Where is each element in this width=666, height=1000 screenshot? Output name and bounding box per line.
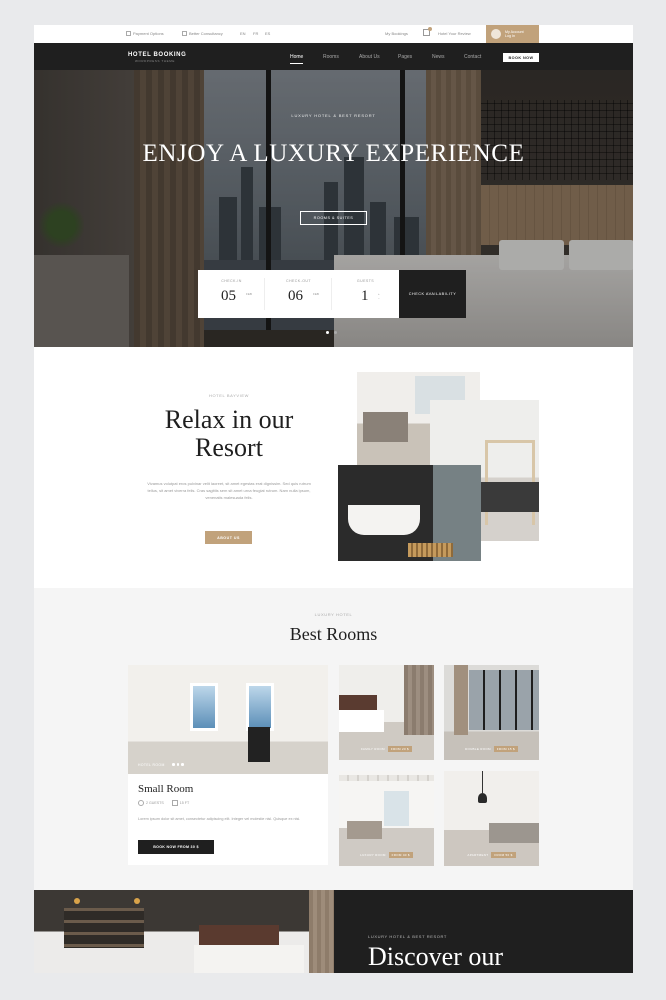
bookings-label: My Bookings (385, 31, 408, 36)
slider-dots (326, 331, 337, 334)
account-line1: My Account (505, 29, 524, 34)
avatar (491, 29, 501, 39)
site-logo-sub: WORDPRESS THEME (135, 59, 175, 63)
checkin-field[interactable]: CHECK-IN 05 FEB (198, 270, 265, 318)
language-es[interactable]: ES (265, 31, 270, 36)
language-fr[interactable]: FR (253, 31, 258, 36)
main-nav: HOTEL BOOKING WORDPRESS THEME Home Rooms… (34, 43, 633, 70)
room-guests: 2 GUESTS (146, 801, 164, 805)
discover-kicker: LUXURY HOTEL & BEST RESORT (368, 934, 447, 939)
room-card-name: DOUBLE ROOM (464, 747, 491, 751)
checkin-month: FEB (246, 292, 252, 296)
account-line2: Log In (505, 34, 515, 38)
nav-about[interactable]: About Us (359, 54, 380, 60)
payment-options-link[interactable]: Payment Options (126, 31, 164, 36)
rooms-kicker: LUXURY HOTEL (314, 612, 353, 617)
guests-stepper-icon[interactable]: + − (378, 292, 380, 300)
account-text: My Account Log In (505, 30, 524, 39)
room-meta: 2 GUESTS 15 FT (138, 800, 189, 806)
booking-form: CHECK-IN 05 FEB CHECK-OUT 06 FEB GUESTS … (198, 270, 469, 318)
language-label: FR (253, 31, 259, 36)
size-icon (171, 800, 178, 806)
chat-icon (182, 31, 187, 36)
discover-section (34, 890, 633, 973)
featured-image-label: HOTEL ROOM (138, 763, 165, 767)
discover-image (34, 890, 334, 973)
cart-icon[interactable] (423, 27, 432, 36)
guests-icon (138, 800, 144, 806)
image-dots (172, 763, 184, 766)
checkout-day: 06 (288, 288, 303, 304)
nav-news[interactable]: News (432, 54, 445, 60)
review-label: Hotel Your Review (438, 31, 471, 36)
guests-field[interactable]: GUESTS 1 + − (332, 270, 399, 318)
payment-label: Payment Options (133, 31, 164, 36)
consultancy-link[interactable]: Better Consultancy (182, 31, 223, 36)
top-utility-bar: Payment Options Better Consultancy EN FR… (34, 25, 633, 43)
checkin-label: CHECK-IN (221, 279, 242, 283)
book-room-button[interactable]: BOOK NOW FROM 30 $ (138, 840, 214, 854)
slider-dot[interactable] (326, 331, 329, 334)
guests-label: GUESTS (356, 279, 375, 283)
book-now-button[interactable]: BOOK NOW (503, 53, 539, 62)
room-size: 15 FT (179, 801, 190, 805)
card-icon (126, 31, 131, 36)
about-photo-bathroom (338, 465, 481, 561)
about-text: Vivamus volutpat eros pulvinar velit lao… (147, 481, 311, 500)
cart-badge (428, 27, 432, 31)
room-card-price: FROM 50 $ (491, 852, 516, 858)
nav-contact[interactable]: Contact (464, 54, 481, 60)
nav-home[interactable]: Home (290, 54, 304, 64)
about-us-button[interactable]: ABOUT US (205, 531, 252, 544)
rooms-title: Best Rooms (289, 624, 378, 644)
nav-pages[interactable]: Pages (398, 54, 412, 60)
about-title: Relax in our Resort (164, 405, 294, 462)
about-kicker: HOTEL BAYVIEW (208, 393, 250, 398)
slider-dot[interactable] (334, 331, 337, 334)
consult-label: Better Consultancy (189, 31, 223, 36)
nav-rooms[interactable]: Rooms (323, 54, 339, 60)
checkin-day: 05 (221, 288, 236, 304)
room-card-price: FROM 20 $ (387, 746, 413, 752)
hero: LUXURY HOTEL & BEST RESORT ENJOY A LUXUR… (34, 70, 633, 347)
guests-value: 1 (361, 288, 369, 304)
room-card-family[interactable]: FAMILY ROOM FROM 20 $ (339, 665, 434, 760)
check-availability-button[interactable]: CHECK AVAILABILITY (399, 270, 466, 318)
site-logo[interactable]: HOTEL BOOKING (128, 52, 186, 58)
checkout-field[interactable]: CHECK-OUT 06 FEB (265, 270, 332, 318)
language-label: ES (265, 31, 271, 36)
room-card-double[interactable]: DOUBLE ROOM FROM 15 $ (444, 665, 539, 760)
checkout-label: CHECK-OUT (286, 279, 311, 283)
room-card-price: FROM 40 $ (388, 852, 413, 858)
room-card-price: FROM 15 $ (493, 746, 519, 752)
discover-title: Discover our (368, 942, 504, 971)
room-card-name: FAMILY ROOM (360, 747, 385, 751)
room-card-luxury[interactable]: LUXURY ROOM FROM 40 $ (339, 771, 434, 866)
checkout-month: FEB (313, 292, 319, 296)
rooms-suites-button[interactable]: ROOMS & SUITES (300, 211, 367, 225)
page: Payment Options Better Consultancy EN FR… (34, 25, 633, 973)
room-card-name: APARTMENT (467, 853, 489, 857)
featured-room-name: Small Room (138, 783, 194, 795)
featured-room-card[interactable]: HOTEL ROOM Small Room 2 GUESTS 15 FT Lor… (128, 665, 328, 865)
my-bookings-link[interactable]: My Bookings (385, 31, 408, 36)
hero-title: ENJOY A LUXURY EXPERIENCE (142, 140, 525, 167)
language-label: EN (240, 31, 246, 36)
room-card-name: LUXURY ROOM (360, 853, 386, 857)
review-link[interactable]: Hotel Your Review (438, 31, 471, 36)
language-en[interactable]: EN (240, 31, 246, 36)
room-card-apartment[interactable]: APARTMENT FROM 50 $ (444, 771, 539, 866)
hero-kicker: LUXURY HOTEL & BEST RESORT (291, 113, 376, 118)
featured-room-image (128, 665, 328, 774)
featured-room-description: Lorem ipsum dolor sit amet, consectetur … (138, 817, 301, 821)
account-button[interactable]: My Account Log In (486, 25, 539, 43)
